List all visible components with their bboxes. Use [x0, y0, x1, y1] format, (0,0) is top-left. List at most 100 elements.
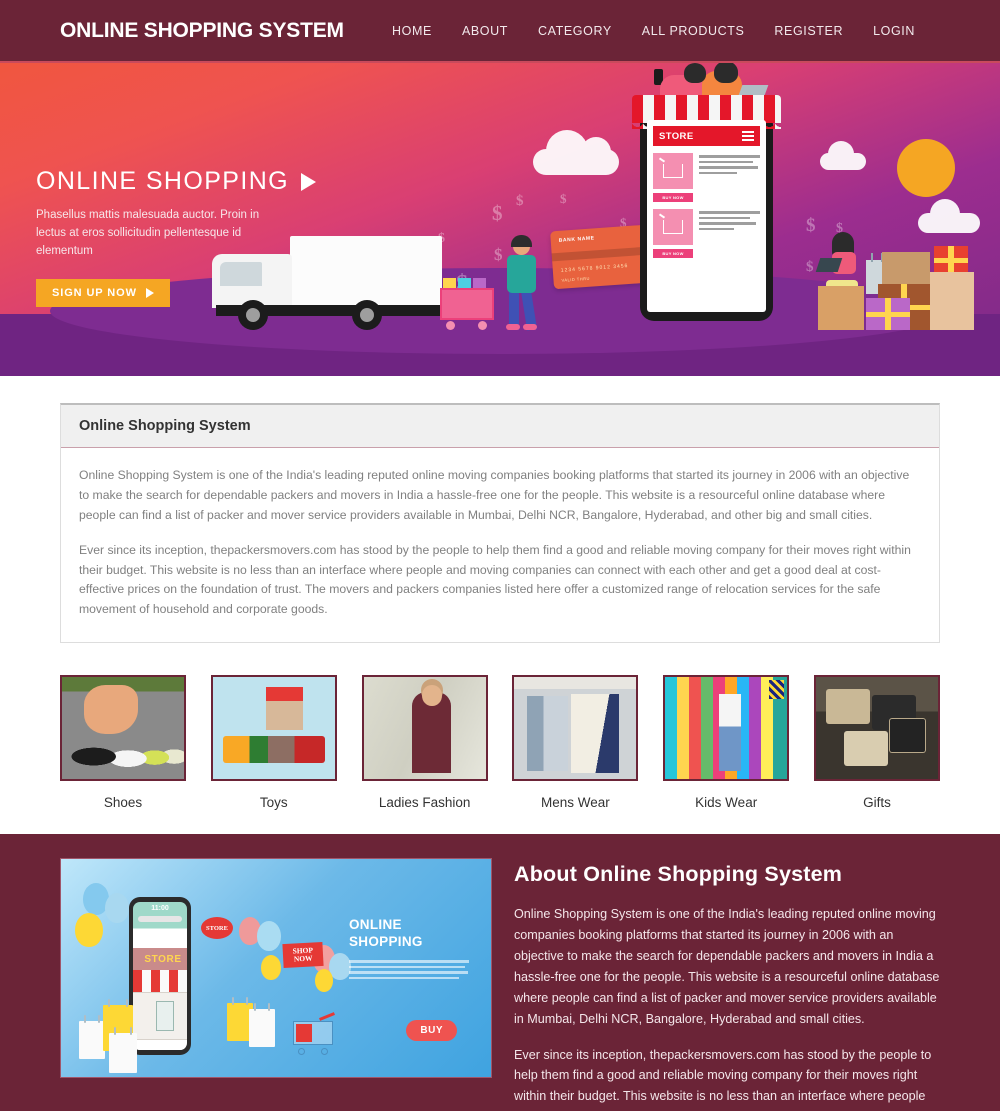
truck-wheel: [238, 300, 268, 330]
cart-wheel: [446, 321, 455, 330]
product-thumbnail: [653, 209, 693, 245]
category-label: Shoes: [103, 795, 143, 811]
nav-item-login[interactable]: LOGIN: [873, 24, 915, 38]
info-paragraph-2: Ever since its inception, thepackersmove…: [79, 542, 911, 617]
kids-wear-thumbnail[interactable]: [663, 675, 790, 782]
store-steps: [133, 1047, 187, 1051]
category-item-gifts[interactable]: Gifts: [813, 675, 940, 811]
laptop-icon: [815, 258, 843, 272]
credit-card-illustration: BANK NAME 1234 5678 9012 3456 VALID THRU: [550, 224, 650, 290]
product-text-lines: [699, 209, 760, 245]
banner-title-text: ONLINE SHOPPING: [36, 167, 289, 195]
dollar-icon: $: [516, 193, 524, 209]
shopping-cart-illustration: [440, 274, 500, 330]
about-heading: About Online Shopping System: [514, 862, 843, 887]
product-thumbnail: [653, 153, 693, 189]
hero-banner: $ $ $ $ $ $ $ $ $ $ $ $ $ $ ONLINE SHOPP…: [0, 63, 1000, 376]
gift-ribbon: [934, 257, 968, 263]
main-navigation: HOME ABOUT CATEGORY ALL PRODUCTS REGISTE…: [392, 24, 960, 38]
category-item-kids-wear[interactable]: Kids Wear: [663, 675, 790, 811]
buy-now-button[interactable]: BUY NOW: [653, 193, 693, 202]
about-illustration: 11:00 STORE STORE SHOP NOW ONLINE SHOPPI…: [60, 858, 492, 1079]
shopping-cart-illustration: [293, 1011, 335, 1056]
shop-now-tag: SHOP NOW: [282, 942, 324, 969]
gift-box: [882, 252, 930, 284]
dollar-icon: $: [560, 191, 567, 206]
card-magnetic-strip: [551, 246, 648, 262]
nav-item-category[interactable]: CATEGORY: [538, 24, 612, 38]
truck-cargo-box: [290, 236, 442, 308]
shopping-bag-icon: [79, 1015, 105, 1060]
store-header-bar: STORE: [653, 126, 760, 146]
sun-icon: [897, 139, 955, 197]
category-label: Ladies Fashion: [378, 795, 471, 811]
gifts-thumbnail[interactable]: [813, 675, 940, 782]
about-section: 11:00 STORE STORE SHOP NOW ONLINE SHOPPI…: [0, 834, 1000, 1111]
gift-ribbon: [866, 312, 910, 318]
product-row: [653, 153, 760, 189]
nav-item-about[interactable]: ABOUT: [462, 24, 508, 38]
buy-now-button[interactable]: BUY NOW: [653, 249, 693, 258]
store-tag-label: STORE: [206, 924, 228, 932]
buy-button[interactable]: BUY: [406, 1020, 457, 1042]
category-label: Mens Wear: [541, 795, 610, 811]
dollar-icon: $: [492, 201, 503, 225]
category-label: Kids Wear: [695, 795, 758, 811]
about-paragraph-1: Online Shopping System is one of the Ind…: [514, 907, 940, 1026]
store-awning: [632, 95, 781, 123]
category-item-ladies-fashion[interactable]: Ladies Fashion: [361, 675, 488, 811]
dollar-icon: $: [806, 259, 814, 275]
phone-screen: 11:00 STORE: [133, 902, 187, 1051]
delivery-truck-illustration: [212, 232, 442, 330]
balloon-icon: [75, 913, 103, 948]
phone-clock: 11:00: [151, 905, 169, 913]
store-sign-label: STORE: [144, 953, 182, 965]
person-hair: [511, 235, 532, 247]
placeholder-text-lines: [349, 960, 469, 980]
person-torso: [507, 255, 536, 293]
store-sign: STORE: [133, 948, 187, 971]
shopper-person-illustration: [498, 235, 548, 331]
phone-screen: STORE BUY NOW BUY NOW: [647, 120, 766, 312]
category-item-mens-wear[interactable]: Mens Wear: [512, 675, 639, 811]
person-hair: [684, 63, 706, 83]
card-bank-name: BANK NAME: [558, 235, 595, 244]
storefront-graphic: STORE: [133, 948, 187, 1051]
about-illustration-headline: ONLINE SHOPPING: [349, 917, 423, 949]
sign-up-now-button[interactable]: SIGN UP NOW: [36, 279, 170, 308]
browser-address-bar: [138, 916, 182, 923]
gift-box: [930, 272, 974, 330]
info-panel-title: Online Shopping System: [79, 418, 251, 434]
gift-box: [934, 246, 968, 272]
cloud-icon: [820, 141, 866, 170]
info-panel-body: Online Shopping System is one of the Ind…: [61, 448, 939, 642]
cloud-icon: [533, 130, 619, 175]
info-panel: Online Shopping System Online Shopping S…: [60, 403, 940, 644]
toys-thumbnail[interactable]: [210, 675, 337, 782]
category-label: Gifts: [863, 795, 891, 811]
nav-item-register[interactable]: REGISTER: [774, 24, 843, 38]
balloon-icon: [105, 893, 129, 924]
site-logo[interactable]: ONLINE SHOPPING SYSTEM: [60, 19, 344, 43]
card-valid-thru: VALID THRU: [561, 275, 591, 283]
balloon-icon: [257, 921, 281, 952]
store-awning: [133, 970, 187, 993]
nav-item-all-products[interactable]: ALL PRODUCTS: [642, 24, 745, 38]
about-copy: About Online Shopping System Online Shop…: [514, 858, 940, 1111]
mens-wear-thumbnail[interactable]: [512, 675, 639, 782]
shoes-thumbnail[interactable]: [60, 675, 186, 782]
hamburger-menu-icon[interactable]: [742, 131, 754, 141]
category-item-toys[interactable]: Toys: [210, 675, 337, 810]
category-item-shoes[interactable]: Shoes: [60, 675, 186, 810]
truck-window: [220, 262, 262, 286]
info-paragraph-1: Online Shopping System is one of the Ind…: [79, 468, 910, 522]
sign-up-label: SIGN UP NOW: [52, 287, 137, 300]
person-with-laptop-illustration: [815, 232, 868, 290]
product-row: [653, 209, 760, 245]
cart-basket: [440, 288, 494, 320]
cart-wheel: [478, 321, 487, 330]
nav-item-home[interactable]: HOME: [392, 24, 432, 38]
phone-store-illustration: STORE BUY NOW BUY NOW: [632, 63, 781, 321]
cart-wheel: [321, 1048, 328, 1056]
ladies-fashion-thumbnail[interactable]: [361, 675, 488, 782]
